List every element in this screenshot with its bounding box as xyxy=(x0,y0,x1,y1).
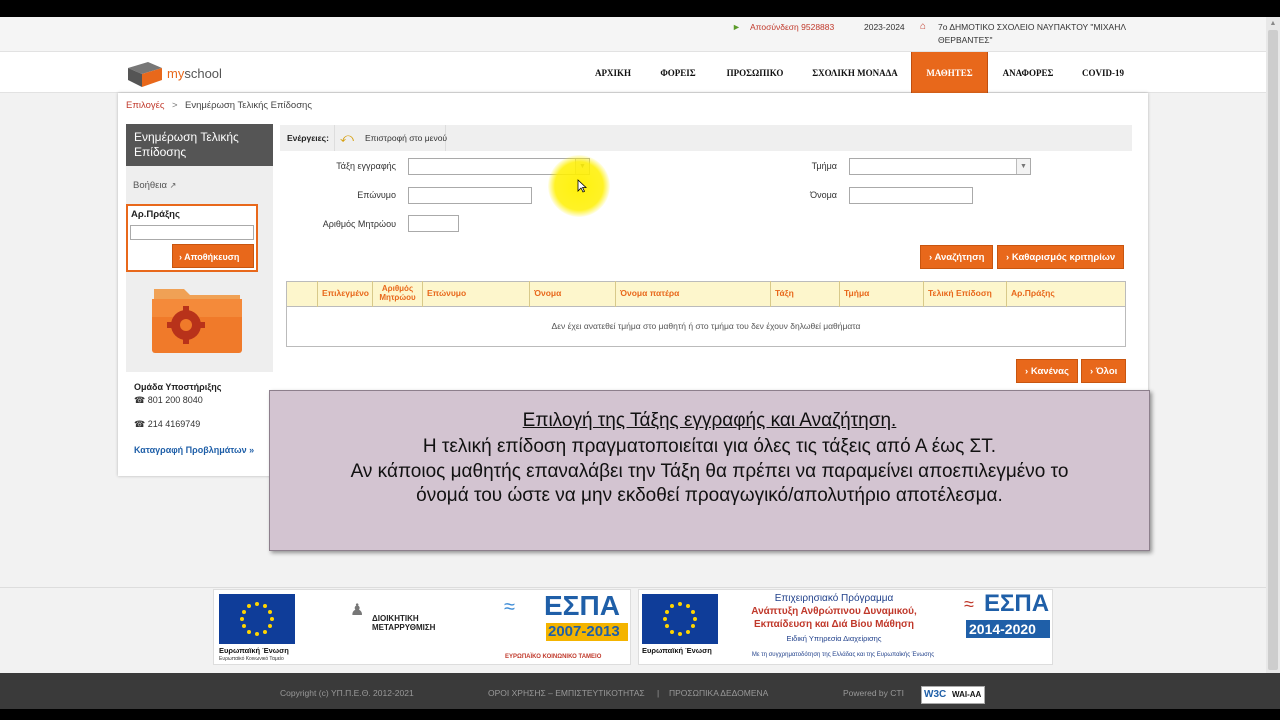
wai-badge-label: WAI-AA xyxy=(952,690,982,699)
home-icon: ⌂ xyxy=(920,21,927,32)
myschool-logo-icon[interactable] xyxy=(126,60,164,88)
eu-flag-icon xyxy=(219,594,295,644)
personal-data-link[interactable]: ΠΡΟΣΩΠΙΚΑ ΔΕΔΟΜΕΝΑ xyxy=(669,688,768,698)
back-arrow-icon: ⤺ xyxy=(340,130,354,145)
scrollbar-thumb[interactable] xyxy=(1268,30,1278,670)
op-line-3: Εκπαίδευση και Διά Βίου Μάθηση xyxy=(753,619,915,630)
myschool-logo[interactable]: myschool xyxy=(167,66,222,81)
section-label: Τμήμα xyxy=(811,161,837,171)
registry-input[interactable] xyxy=(408,215,459,232)
grid-col-name[interactable]: Όνομα xyxy=(530,281,616,307)
op-line-4: Ειδική Υπηρεσία Διαχείρισης xyxy=(786,634,882,643)
report-problems-link[interactable]: Καταγραφή Προβλημάτων » xyxy=(134,445,254,455)
espa-word: ΕΣΠΑ xyxy=(544,590,620,621)
school-name-line2: ΘΕΡΒΑΝΤΕΣ" xyxy=(938,35,993,45)
caption-line-3: όνομά του ώστε να μην εκδοθεί προαγωγικό… xyxy=(416,485,1003,506)
nav-students[interactable]: ΜΑΘΗΤΕΣ xyxy=(911,52,988,93)
grid-col-surname[interactable]: Επώνυμο xyxy=(423,281,530,307)
act-number-label: Αρ.Πράξης xyxy=(131,209,180,220)
espa-fund-label: ΕΥΡΩΠΑΪΚΟ ΚΟΙΝΩΝΙΚΟ ΤΑΜΕΙΟ xyxy=(505,654,602,660)
w3c-icon: W3C xyxy=(924,689,947,700)
scroll-up-icon[interactable]: ▲ xyxy=(1268,19,1278,28)
espa-waves-icon: ≈ xyxy=(504,596,515,618)
grid-col-registry[interactable]: Αριθμός Μητρώου xyxy=(373,281,423,307)
breadcrumb-root[interactable]: Επιλογές xyxy=(126,100,164,111)
nav-staff[interactable]: ΠΡΟΣΩΠΙΚΟ xyxy=(718,52,792,93)
phone-2: ☎ 214 4169749 xyxy=(134,419,201,429)
chevron-down-icon[interactable]: ▼ xyxy=(1016,159,1030,174)
bottom-black-bar xyxy=(0,709,1280,720)
folder-gear-icon xyxy=(152,289,242,353)
grid-col-class[interactable]: Τάξη xyxy=(771,281,840,307)
mouse-cursor-icon xyxy=(577,179,587,193)
nav-covid[interactable]: COVID-19 xyxy=(1072,52,1134,93)
sidebar-title: Ενημέρωση Τελικής Επίδοσης xyxy=(126,124,273,166)
eu-label-2: Ευρωπαϊκή Ένωση xyxy=(642,646,712,655)
external-link-icon: ↗ xyxy=(169,181,177,190)
school-name: 7ο ΔΗΜΟΤΙΚΟ ΣΧΟΛΕΙΟ ΝΑΥΠΑΚΤΟΥ "ΜΙΧΑΗΛ xyxy=(938,22,1127,32)
sponsor-banner-2014-2020: Ευρωπαϊκή Ένωση Επιχειρησιακό Πρόγραμμα … xyxy=(638,589,1053,665)
op-line-1: Επιχειρησιακό Πρόγραμμα xyxy=(774,593,894,604)
nav-school-unit[interactable]: ΣΧΟΛΙΚΗ ΜΟΝΑΔΑ xyxy=(805,52,905,93)
grid-col-father-name[interactable]: Όνομα πατέρα xyxy=(616,281,771,307)
eu-flag-icon xyxy=(642,594,718,644)
admin-reform-icon: ♟ xyxy=(350,602,365,619)
class-label: Τάξη εγγραφής xyxy=(336,161,396,171)
phone-1: ☎ 801 200 8040 xyxy=(134,395,203,405)
help-link[interactable]: Βοήθεια ↗ xyxy=(133,180,176,191)
section-select[interactable] xyxy=(849,158,1031,175)
espa-word-2: ΕΣΠΑ xyxy=(984,590,1050,617)
phone-icon: ☎ xyxy=(134,419,146,429)
logout-link[interactable]: Αποσύνδεση 9528883 xyxy=(750,22,834,32)
sponsor-area xyxy=(0,587,1266,673)
grid-empty-message: Δεν έχει ανατεθεί τμήμα στο μαθητή ή στο… xyxy=(551,321,861,331)
clear-criteria-button[interactable]: › Καθαρισμός κριτηρίων xyxy=(997,245,1125,269)
nav-bodies[interactable]: ΦΟΡΕΙΣ xyxy=(650,52,706,93)
grid-col-final-grade[interactable]: Τελική Επίδοση xyxy=(924,281,1007,307)
espa-years: 2007-2013 xyxy=(548,623,620,640)
select-none-button[interactable]: › Κανένας xyxy=(1016,359,1078,383)
save-button[interactable]: › Αποθήκευση xyxy=(172,244,254,268)
grid-col-section[interactable]: Τμήμα xyxy=(840,281,924,307)
nav-reports[interactable]: ΑΝΑΦΟΡΕΣ xyxy=(996,52,1060,93)
school-year: 2023-2024 xyxy=(864,22,905,32)
sponsor-banner-2007-2013: Ευρωπαϊκή Ένωση Ευρωπαϊκό Κοινωνικό Ταμε… xyxy=(213,589,631,665)
logout-icon[interactable]: ► xyxy=(732,22,741,32)
support-team-title: Ομάδα Υποστήριξης xyxy=(134,382,222,392)
surname-input[interactable] xyxy=(408,187,532,204)
caption-title: Επιλογή της Τάξης εγγραφής και Αναζήτηση… xyxy=(522,410,897,431)
search-button[interactable]: › Αναζήτηση xyxy=(920,245,994,269)
espa-waves-icon: ≈ xyxy=(964,594,974,614)
back-to-menu-label: Επιστροφή στο μενού xyxy=(365,133,448,143)
op-line-2: Ανάπτυξη Ανθρώπινου Δυναμικού, xyxy=(751,606,917,617)
powered-by: Powered by CTI xyxy=(843,688,904,698)
phone-icon: ☎ xyxy=(134,395,146,405)
wai-badge[interactable]: WAI-AA W3C xyxy=(921,686,985,704)
grid-col-act-number[interactable]: Αρ.Πράξης xyxy=(1007,281,1125,307)
surname-label: Επώνυμο xyxy=(357,190,396,200)
select-all-button[interactable]: › Όλοι xyxy=(1081,359,1127,383)
grid-col-select-all[interactable] xyxy=(286,281,318,307)
registry-label: Αριθμός Μητρώου xyxy=(322,219,396,229)
caption-line-1: Η τελική επίδοση πραγματοποιείται για όλ… xyxy=(422,436,997,457)
act-number-input[interactable] xyxy=(130,225,254,240)
name-input[interactable] xyxy=(849,187,973,204)
caption-line-2: Αν κάποιος μαθητής επαναλάβει την Τάξη θ… xyxy=(350,461,1069,482)
admin-reform-label: ΔΙΟΙΚΗΤΙΚΗ ΜΕΤΑΡΡΥΘΜΙΣΗ xyxy=(372,614,436,632)
nav-home[interactable]: ΑΡΧΙΚΗ xyxy=(585,52,641,93)
copyright: Copyright (c) ΥΠ.Π.Ε.Θ. 2012-2021 xyxy=(280,688,414,698)
top-black-bar xyxy=(0,0,1280,17)
grid-col-selected[interactable]: Επιλεγμένο xyxy=(318,281,373,307)
op-line-5: Με τη συγχρηματοδότηση της Ελλάδας και τ… xyxy=(751,652,935,658)
eu-label: Ευρωπαϊκή Ένωση xyxy=(219,646,289,655)
espa-years-2: 2014-2020 xyxy=(969,621,1036,637)
breadcrumb-separator: > xyxy=(172,100,178,111)
terms-link[interactable]: ΟΡΟΙ ΧΡΗΣΗΣ – ΕΜΠΙΣΤΕΥΤΙΚΟΤΗΤΑΣ xyxy=(488,688,645,698)
breadcrumb-current: Ενημέρωση Τελικής Επίδοσης xyxy=(185,100,312,111)
footer-separator: | xyxy=(657,688,660,698)
actions-label: Ενέργειες: xyxy=(287,133,329,143)
eu-fund-label: Ευρωπαϊκό Κοινωνικό Ταμείο xyxy=(219,656,284,662)
name-label: Όνομα xyxy=(810,190,837,200)
